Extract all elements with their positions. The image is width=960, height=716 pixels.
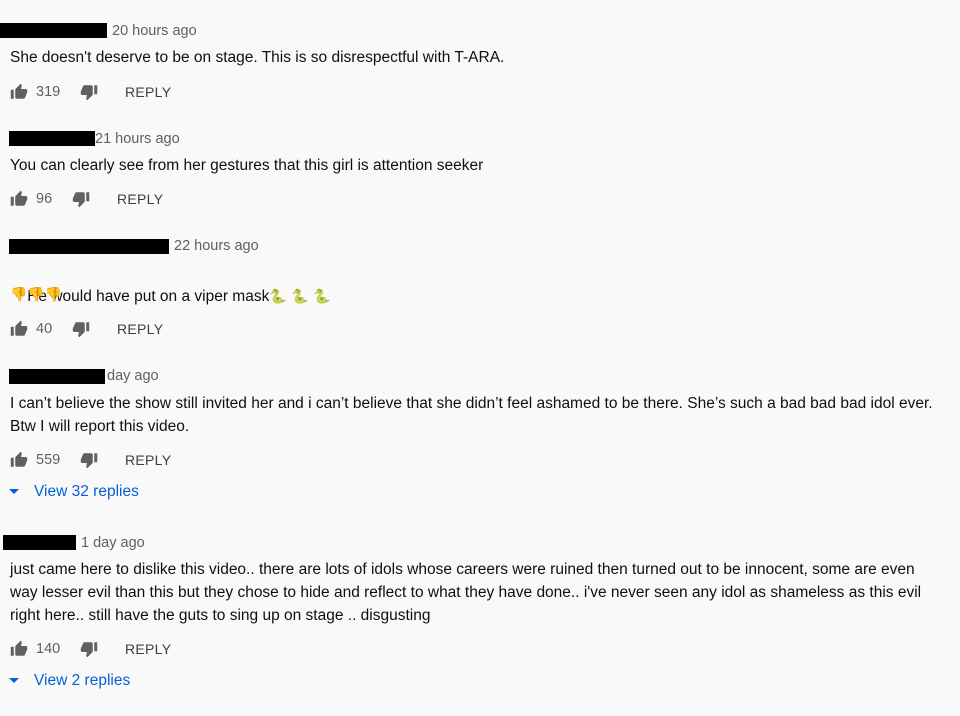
reply-button[interactable]: REPLY xyxy=(125,83,171,101)
like-count: 40 xyxy=(36,321,53,337)
view-replies-button[interactable]: View 2 replies xyxy=(9,671,209,691)
thumb-down-icon[interactable] xyxy=(72,190,90,208)
like-count: 96 xyxy=(36,191,53,207)
comment-timestamp[interactable]: 22 hours ago xyxy=(174,237,259,255)
thumbs-down-emoji: 👎👎👎 xyxy=(10,287,63,303)
view-replies-label: View 2 replies xyxy=(34,672,131,689)
comment: 21 hours ago You can clearly see from he… xyxy=(0,110,960,220)
comment-text: She doesn't deserve to be on stage. This… xyxy=(10,49,505,66)
reply-button[interactable]: REPLY xyxy=(117,320,163,338)
comment-timestamp[interactable]: 20 hours ago xyxy=(112,22,197,40)
comment-timestamp[interactable]: 1 day ago xyxy=(81,534,145,552)
view-replies-label: View 32 replies xyxy=(34,483,139,500)
redacted-author xyxy=(9,239,169,254)
reply-button[interactable]: REPLY xyxy=(125,640,171,658)
comment-text: just came here to dislike this video.. t… xyxy=(10,561,926,624)
comment-timestamp[interactable]: day ago xyxy=(107,367,159,385)
redacted-author xyxy=(9,369,105,384)
redacted-author xyxy=(3,535,76,550)
comment-actions: 96 REPLY xyxy=(10,189,310,209)
comment: 22 hours ago He would have put on a vipe… xyxy=(0,220,960,350)
thumb-up-icon[interactable] xyxy=(10,451,28,469)
comment-actions: 559 REPLY xyxy=(10,450,310,470)
redacted-author xyxy=(0,23,107,38)
comment-actions: 140 REPLY xyxy=(10,639,310,659)
comment-text: I can’t believe the show still invited h… xyxy=(10,395,937,435)
comment-actions: 319 REPLY xyxy=(10,82,310,102)
caret-down-icon xyxy=(9,489,19,494)
thumb-up-icon[interactable] xyxy=(10,83,28,101)
reply-button[interactable]: REPLY xyxy=(117,190,163,208)
comment: day ago I can’t believe the show still i… xyxy=(0,350,960,515)
redacted-author xyxy=(9,131,95,146)
comment: 20 hours ago She doesn't deserve to be o… xyxy=(0,0,960,110)
thumb-down-icon[interactable] xyxy=(80,83,98,101)
comment: 1 day ago just came here to dislike this… xyxy=(0,515,960,716)
like-count: 140 xyxy=(36,641,61,657)
thumb-down-icon[interactable] xyxy=(80,451,98,469)
thumb-down-icon[interactable] xyxy=(80,640,98,658)
thumb-up-icon[interactable] xyxy=(10,640,28,658)
thumb-up-icon[interactable] xyxy=(10,190,28,208)
comment-text: You can clearly see from her gestures th… xyxy=(10,157,484,174)
like-count: 319 xyxy=(36,84,61,100)
like-count: 559 xyxy=(36,452,61,468)
thumb-up-icon[interactable] xyxy=(10,320,28,338)
comment-timestamp[interactable]: 21 hours ago xyxy=(95,130,180,148)
caret-down-icon xyxy=(9,678,19,683)
reply-button[interactable]: REPLY xyxy=(125,451,171,469)
view-replies-button[interactable]: View 32 replies xyxy=(9,482,209,502)
comment-actions: 40 REPLY xyxy=(10,319,310,339)
thumb-down-icon[interactable] xyxy=(72,320,90,338)
